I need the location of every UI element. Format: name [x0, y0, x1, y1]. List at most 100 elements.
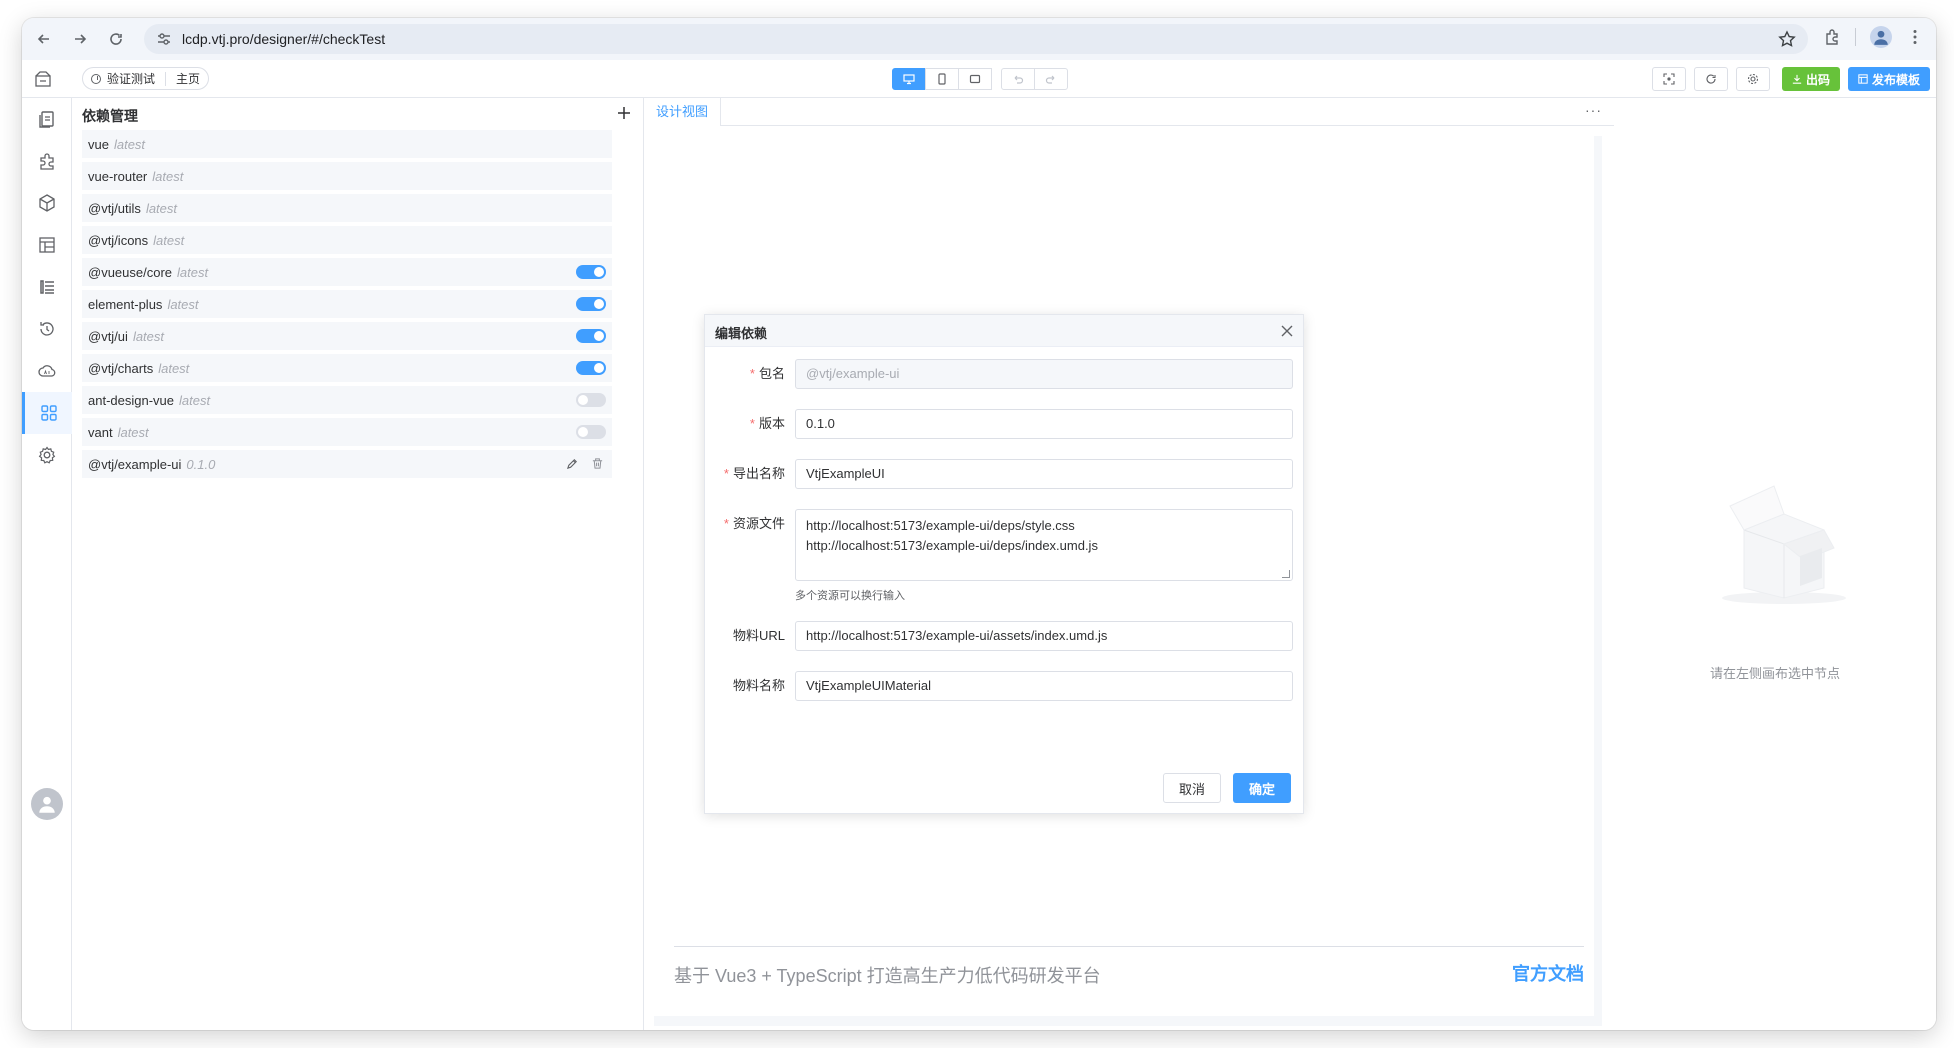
dep-toggle[interactable]	[576, 329, 606, 343]
rail-dependencies[interactable]	[22, 392, 72, 434]
tab-check-test[interactable]: 验证测试	[107, 70, 155, 87]
app-logo-icon[interactable]	[34, 70, 52, 88]
version-input[interactable]: 0.1.0	[795, 409, 1293, 439]
extensions-icon[interactable]	[1823, 28, 1841, 46]
cancel-button[interactable]: 取消	[1163, 773, 1221, 803]
list-item[interactable]: element-plus latest	[82, 290, 612, 318]
history-group	[1001, 68, 1068, 90]
rail-api[interactable]	[22, 350, 72, 392]
list-item[interactable]: @vtj/ui latest	[82, 322, 612, 350]
list-item[interactable]: vue latest	[82, 130, 612, 158]
dep-name: @vtj/ui	[88, 328, 128, 344]
dep-name: @vueuse/core	[88, 264, 173, 280]
settings-button[interactable]	[1735, 67, 1770, 91]
site-settings-icon[interactable]	[156, 31, 172, 47]
desktop-mode-button[interactable]	[892, 68, 926, 90]
profile-avatar[interactable]	[1870, 26, 1892, 48]
dep-toggle[interactable]	[576, 361, 606, 375]
clock-icon	[91, 73, 101, 84]
close-icon[interactable]	[1279, 323, 1295, 339]
tablet-mode-button[interactable]	[925, 68, 959, 90]
dep-actions	[566, 457, 604, 470]
tab-design-view[interactable]: 设计视图	[644, 98, 722, 126]
rail-templates[interactable]	[22, 224, 72, 266]
dep-version: latest	[179, 392, 211, 408]
empty-box-icon	[1722, 485, 1846, 604]
material-name-label: 物料名称	[732, 678, 785, 693]
rail-pages[interactable]	[22, 98, 72, 140]
docs-link[interactable]: 官方文档	[1512, 960, 1584, 986]
list-item[interactable]: vant latest	[82, 418, 612, 446]
refresh-icon	[1706, 74, 1716, 84]
dep-version: latest	[152, 168, 184, 184]
person-icon	[39, 796, 55, 813]
star-icon[interactable]	[1778, 30, 1796, 48]
preview-button[interactable]	[1651, 67, 1686, 91]
refresh-button[interactable]	[1693, 67, 1728, 91]
reload-icon	[110, 33, 122, 45]
publish-template-button[interactable]: 发布模板	[1847, 67, 1930, 91]
download-icon	[1792, 74, 1802, 84]
footer-divider	[674, 946, 1584, 947]
assets-textarea[interactable]: http://localhost:5173/example-ui/deps/st…	[795, 509, 1293, 581]
export-code-button[interactable]: 出码	[1781, 67, 1840, 91]
dep-toggle[interactable]	[576, 393, 606, 407]
mobile-mode-button[interactable]	[958, 68, 992, 90]
assets-label: * 资源文件	[723, 516, 785, 531]
redo-button[interactable]	[1034, 68, 1068, 90]
resize-handle[interactable]	[1282, 570, 1290, 578]
assets-line: http://localhost:5173/example-ui/deps/st…	[806, 518, 1075, 533]
cube-icon	[39, 194, 55, 212]
tab-home[interactable]: 主页	[176, 70, 200, 87]
dep-name: vue	[88, 136, 109, 152]
grid-apps-icon	[40, 405, 57, 421]
arrow-right-icon	[75, 34, 87, 44]
dep-name: @vtj/utils	[88, 200, 141, 216]
kebab-menu-icon[interactable]	[1906, 28, 1924, 46]
dep-version: latest	[158, 360, 190, 376]
url-text[interactable]: lcdp.vtj.pro/designer/#/checkTest	[182, 31, 385, 47]
browser-window: lcdp.vtj.pro/designer/#/checkTest 验证测试 主…	[22, 18, 1936, 1030]
list-item[interactable]: vue-router latest	[82, 162, 612, 190]
plus-icon[interactable]	[615, 104, 633, 122]
undo-button[interactable]	[1001, 68, 1035, 90]
list-item[interactable]: @vtj/icons latest	[82, 226, 612, 254]
forward-button[interactable]	[66, 25, 94, 53]
gear-icon	[1747, 73, 1759, 85]
rail-blocks[interactable]	[22, 182, 72, 224]
rail-settings[interactable]	[22, 434, 72, 476]
dep-version: latest	[167, 296, 199, 312]
dep-toggle[interactable]	[576, 297, 606, 311]
activity-rail	[22, 98, 72, 1030]
reload-button[interactable]	[102, 25, 130, 53]
dep-toggle[interactable]	[576, 425, 606, 439]
more-icon[interactable]: ···	[1585, 102, 1602, 118]
confirm-button[interactable]: 确定	[1233, 773, 1291, 803]
list-item[interactable]: ant-design-vue latest	[82, 386, 612, 414]
export-name-input[interactable]: VtjExampleUI	[795, 459, 1293, 489]
dep-name: @vtj/icons	[88, 232, 149, 248]
rail-components[interactable]	[22, 140, 72, 182]
export-label: * 导出名称	[723, 466, 785, 481]
focus-icon	[1663, 73, 1675, 85]
list-item[interactable]: @vtj/utils latest	[82, 194, 612, 222]
material-name-input[interactable]: VtjExampleUIMaterial	[795, 671, 1293, 701]
list-item[interactable]: @vueuse/core latest	[82, 258, 612, 286]
material-url-input[interactable]: http://localhost:5173/example-ui/assets/…	[795, 621, 1293, 651]
view-tabs: 设计视图 ···	[644, 98, 1614, 126]
person-icon	[1874, 30, 1888, 45]
address-bar[interactable]: lcdp.vtj.pro/designer/#/checkTest	[144, 24, 1808, 54]
dep-toggle[interactable]	[576, 265, 606, 279]
redo-icon	[1045, 75, 1055, 84]
edit-icon[interactable]	[566, 457, 579, 470]
dependency-panel: 依赖管理 vue latest vue-router latest @vtj/u…	[72, 98, 644, 1030]
list-item[interactable]: @vtj/charts latest	[82, 354, 612, 382]
user-avatar[interactable]	[31, 788, 63, 820]
rail-outline[interactable]	[22, 266, 72, 308]
toolbar-actions: 出码 发布模板	[1651, 67, 1930, 91]
list-item[interactable]: @vtj/example-ui 0.1.0	[82, 450, 612, 478]
back-button[interactable]	[30, 25, 58, 53]
trash-icon[interactable]	[591, 457, 604, 470]
rail-history[interactable]	[22, 308, 72, 350]
app-toolbar: 验证测试 主页 出码 发布模板	[22, 60, 1936, 98]
